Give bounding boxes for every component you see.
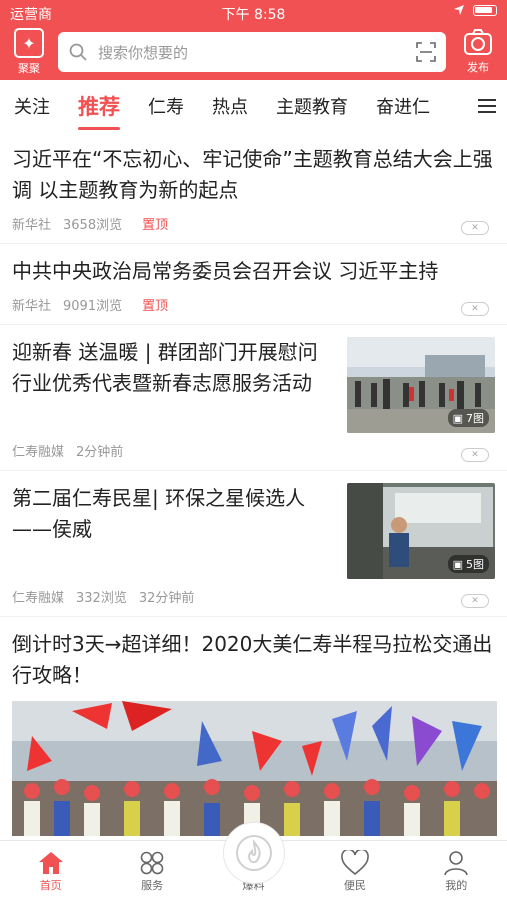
services-icon: [112, 849, 192, 877]
tab-theme-education[interactable]: 主题教育: [262, 93, 362, 119]
fire-icon: [236, 835, 272, 871]
article-thumbnail: ▣ 5图: [347, 483, 495, 579]
status-icons: [453, 4, 497, 16]
article-title: 第二届仁寿民星| 环保之星候选人——侯威: [12, 486, 306, 541]
photo-count: 5图: [466, 558, 484, 571]
camera-icon: [464, 29, 492, 55]
tab-renshou[interactable]: 仁寿: [134, 93, 198, 119]
list-item[interactable]: 第二届仁寿民星| 环保之星候选人——侯威 ▣ 5图 仁寿融媒 332浏览 32分…: [0, 471, 507, 617]
article-time: 2分钟前: [76, 445, 124, 460]
scan-icon[interactable]: [406, 42, 446, 62]
tab-recommend[interactable]: 推荐: [64, 91, 134, 130]
article-source: 新华社: [12, 299, 52, 314]
article-meta: 仁寿融媒 332浏览 32分钟前: [12, 587, 495, 606]
dismiss-icon[interactable]: ✕: [461, 221, 489, 235]
article-thumbnail: ▣ 7图: [347, 337, 495, 433]
tab-hot[interactable]: 热点: [198, 93, 262, 119]
category-tabs: 关注 推荐 仁寿 热点 主题教育 奋进仁: [0, 80, 507, 132]
image-icon: ▣: [452, 411, 463, 425]
article-source: 仁寿融媒: [12, 445, 65, 460]
dismiss-icon[interactable]: ✕: [461, 302, 489, 316]
article-views: 9091浏览: [63, 299, 123, 314]
list-item[interactable]: 中共中央政治局常务委员会召开会议 习近平主持 新华社 9091浏览 置顶 ✕: [0, 244, 507, 325]
nav-label: 我的: [445, 878, 468, 892]
dismiss-icon[interactable]: ✕: [461, 448, 489, 462]
search-icon: [58, 43, 98, 61]
news-feed: 习近平在“不忘初心、牢记使命”主题教育总结大会上强调 以主题教育为新的起点 新华…: [0, 132, 507, 840]
battery-icon: [473, 4, 497, 16]
logo-label: 聚聚: [18, 62, 40, 75]
article-source: 仁寿融媒: [12, 591, 65, 606]
article-time: 32分钟前: [138, 591, 195, 606]
list-item[interactable]: 倒计时3天→超详细！2020大美仁寿半程马拉松交通出行攻略！: [0, 617, 507, 840]
app-logo[interactable]: ✦ 聚聚: [12, 28, 46, 76]
dismiss-icon[interactable]: ✕: [461, 594, 489, 608]
nav-home[interactable]: 首页: [11, 849, 91, 893]
list-item[interactable]: 习近平在“不忘初心、牢记使命”主题教育总结大会上强调 以主题教育为新的起点 新华…: [0, 132, 507, 244]
nav-services[interactable]: 服务: [112, 849, 192, 893]
publish-label: 发布: [467, 61, 489, 74]
nav-label: 便民: [343, 878, 366, 892]
list-item[interactable]: 迎新春 送温暖 | 群团部门开展慰问行业优秀代表暨新春志愿服务活动 ▣ 7图 仁…: [0, 325, 507, 471]
search-placeholder: 搜索你想要的: [98, 43, 189, 62]
user-icon: [416, 849, 496, 877]
nav-label: 服务: [141, 878, 164, 892]
article-banner-image: [12, 701, 497, 836]
photo-count-badge: ▣ 5图: [447, 555, 489, 573]
nav-label: 首页: [39, 878, 62, 892]
photo-count: 7图: [466, 412, 484, 425]
status-bar: 运营商 下午 8:58: [0, 0, 507, 24]
report-fire-button[interactable]: [223, 822, 285, 884]
photo-count-badge: ▣ 7图: [447, 409, 489, 427]
article-meta: 新华社 9091浏览 置顶: [12, 295, 495, 314]
article-title: 迎新春 送温暖 | 群团部门开展慰问行业优秀代表暨新春志愿服务活动: [12, 340, 318, 395]
article-title: 中共中央政治局常务委员会召开会议 习近平主持: [12, 259, 439, 283]
article-views: 332浏览: [76, 591, 127, 606]
article-title: 倒计时3天→超详细！2020大美仁寿半程马拉松交通出行攻略！: [12, 632, 493, 687]
home-icon: [11, 849, 91, 877]
logo-icon: ✦: [14, 28, 44, 58]
pinned-tag: 置顶: [142, 218, 169, 233]
pinned-tag: 置顶: [142, 299, 169, 314]
article-views: 3658浏览: [63, 218, 123, 233]
clock: 下午 8:58: [221, 7, 286, 23]
publish-button[interactable]: 发布: [461, 28, 495, 75]
nav-convenience[interactable]: 便民: [315, 849, 395, 893]
tab-fenjin[interactable]: 奋进仁: [362, 93, 444, 119]
heart-icon: [315, 849, 395, 877]
article-source: 新华社: [12, 218, 52, 233]
location-icon: [454, 5, 464, 15]
top-bar: 运营商 下午 8:58 ✦ 聚聚 搜索你想要的 发布: [0, 0, 507, 80]
image-icon: ▣: [452, 557, 463, 571]
nav-mine[interactable]: 我的: [416, 849, 496, 893]
search-input[interactable]: 搜索你想要的: [58, 32, 446, 72]
tab-menu-icon[interactable]: [467, 80, 507, 132]
article-meta: 仁寿融媒 2分钟前: [12, 441, 495, 460]
article-meta: 新华社 3658浏览 置顶: [12, 214, 495, 233]
article-title: 习近平在“不忘初心、牢记使命”主题教育总结大会上强调 以主题教育为新的起点: [12, 147, 493, 202]
tab-follow[interactable]: 关注: [0, 93, 64, 119]
